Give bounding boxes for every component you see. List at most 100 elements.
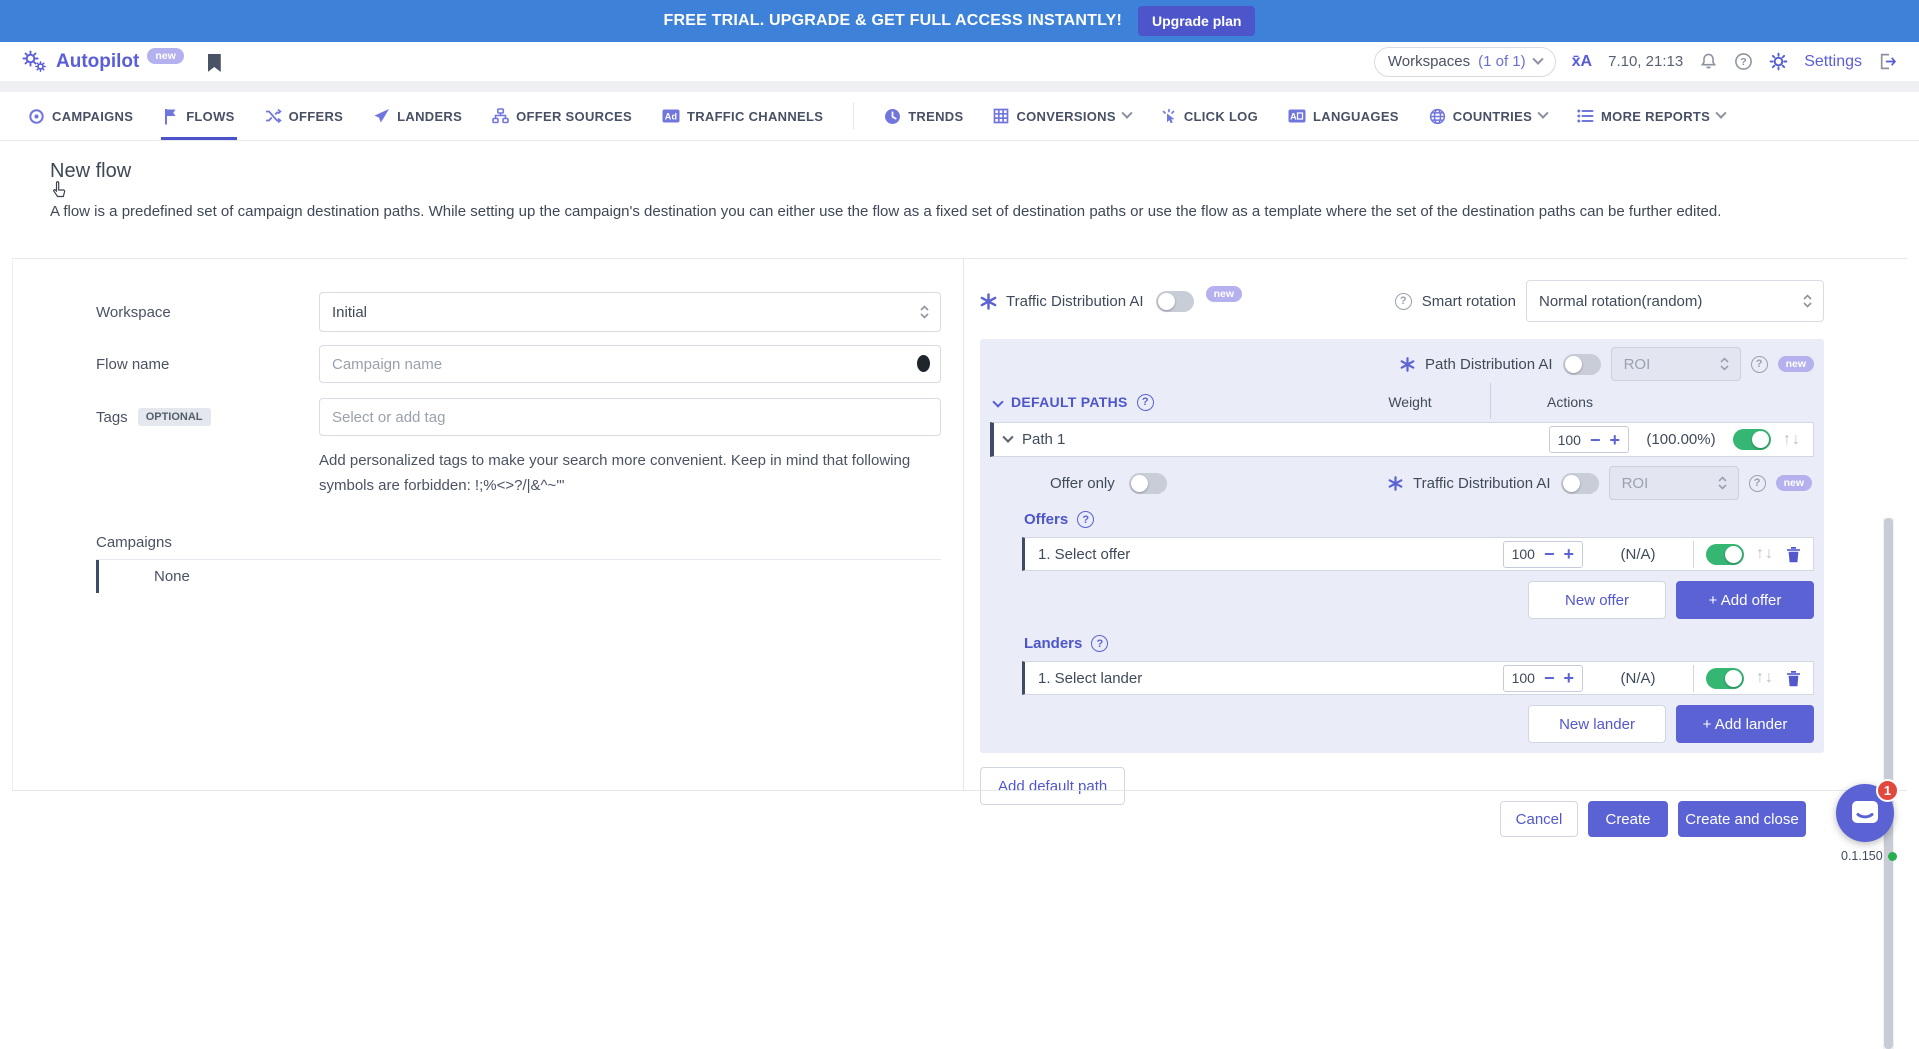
- app-logo[interactable]: Autopilot: [56, 51, 139, 73]
- click-hand-icon: [1161, 108, 1177, 125]
- logout-icon[interactable]: [1878, 52, 1897, 71]
- nav-divider: [853, 103, 854, 129]
- footer-actions: Cancel Create Create and close: [12, 790, 1907, 837]
- pda-help-icon[interactable]: ?: [1751, 356, 1768, 373]
- name-generator-dot-icon[interactable]: [917, 355, 930, 372]
- tags-help-text: Add personalized tags to make your searc…: [319, 448, 943, 498]
- offers-help-icon[interactable]: ?: [1077, 511, 1094, 528]
- workspace-select[interactable]: Initial: [319, 292, 941, 332]
- nav-item-more-reports[interactable]: MORE REPORTS: [1577, 92, 1725, 140]
- nav-item-conversions[interactable]: CONVERSIONS: [993, 92, 1130, 140]
- add-lander-button[interactable]: + Add lander: [1676, 705, 1814, 743]
- nav-item-landers[interactable]: LANDERS: [373, 92, 462, 140]
- tags-input[interactable]: [319, 398, 941, 436]
- help-circle-icon[interactable]: ?: [1734, 52, 1753, 71]
- nav-item-flows[interactable]: FLOWS: [163, 92, 234, 140]
- default-paths-collapse-icon[interactable]: [992, 396, 1003, 407]
- add-offer-button[interactable]: + Add offer: [1676, 581, 1814, 619]
- pda-roi-select[interactable]: ROI: [1611, 347, 1741, 381]
- path-name: Path 1: [1022, 431, 1065, 448]
- minus-button[interactable]: −: [1544, 669, 1555, 687]
- optional-badge: OPTIONAL: [138, 408, 211, 426]
- path-weight-stepper[interactable]: 100 − +: [1549, 426, 1629, 453]
- cancel-button[interactable]: Cancel: [1500, 801, 1578, 837]
- select-chevrons-icon: [1717, 474, 1728, 492]
- select-chevrons-icon: [1802, 292, 1813, 310]
- move-down-icon[interactable]: ↓: [1765, 545, 1774, 562]
- lander-row: 1. Select lander 100 − + (N/A) ↑↓: [1022, 661, 1814, 695]
- select-chevrons-icon: [1719, 355, 1730, 373]
- smart-rotation-select[interactable]: Normal rotation(random): [1526, 280, 1824, 322]
- lander-weight-stepper[interactable]: 100 − +: [1503, 665, 1583, 692]
- weight-value[interactable]: 100: [1512, 546, 1535, 562]
- path-distribution-ai-toggle[interactable]: [1563, 354, 1601, 375]
- plus-button[interactable]: +: [1609, 431, 1620, 449]
- path-enabled-toggle[interactable]: [1733, 429, 1771, 450]
- delete-lander-icon[interactable]: [1786, 670, 1801, 687]
- move-up-icon[interactable]: ↑: [1756, 545, 1765, 562]
- move-down-icon[interactable]: ↓: [1792, 431, 1801, 448]
- weight-value[interactable]: 100: [1558, 432, 1581, 448]
- flow-name-label: Flow name: [96, 356, 319, 373]
- plus-button[interactable]: +: [1563, 545, 1574, 563]
- svg-text:?: ?: [1740, 56, 1746, 68]
- ad-box-icon: Ad: [662, 108, 680, 124]
- chevron-down-icon: [1537, 108, 1548, 119]
- chat-widget-button[interactable]: 1: [1836, 784, 1894, 842]
- move-up-icon[interactable]: ↑: [1783, 431, 1792, 448]
- bookmark-icon[interactable]: [208, 54, 221, 72]
- default-paths-title: DEFAULT PATHS: [1011, 394, 1128, 410]
- nav-item-trends[interactable]: TRENDS: [884, 92, 963, 140]
- nav-item-offer-sources[interactable]: OFFER SOURCES: [492, 92, 632, 140]
- path-distribution-ai-label: Path Distribution AI: [1425, 356, 1553, 373]
- upgrade-plan-button[interactable]: Upgrade plan: [1138, 6, 1255, 36]
- path-tda-roi-select[interactable]: ROI: [1609, 466, 1739, 500]
- lander-row-label[interactable]: 1. Select lander: [1038, 670, 1142, 687]
- offer-row-label[interactable]: 1. Select offer: [1038, 546, 1130, 563]
- delete-offer-icon[interactable]: [1786, 546, 1801, 563]
- workspaces-count: (1 of 1): [1478, 53, 1526, 70]
- offer-enabled-toggle[interactable]: [1706, 544, 1744, 565]
- path-weight-percent: (100.00%): [1641, 431, 1721, 448]
- offers-section: Offers ? 1. Select offer 100 − + (N/A): [1022, 511, 1814, 619]
- plus-button[interactable]: +: [1563, 669, 1574, 687]
- new-offer-button[interactable]: New offer: [1528, 581, 1666, 619]
- offer-only-toggle[interactable]: [1129, 473, 1167, 494]
- nav-item-campaigns[interactable]: CAMPAIGNS: [28, 92, 133, 140]
- nav-item-offers[interactable]: OFFERS: [265, 92, 344, 140]
- path-tda-toggle[interactable]: [1561, 473, 1599, 494]
- default-paths-help-icon[interactable]: ?: [1137, 394, 1154, 411]
- move-up-icon[interactable]: ↑: [1756, 669, 1765, 686]
- settings-link[interactable]: Settings: [1804, 53, 1862, 71]
- row-divider: [1693, 541, 1694, 568]
- create-and-close-button[interactable]: Create and close: [1678, 801, 1806, 837]
- flow-name-input[interactable]: [319, 345, 941, 383]
- status-dot-icon: [1888, 852, 1897, 861]
- path-collapse-icon[interactable]: [1002, 431, 1013, 442]
- traffic-distribution-ai-toggle[interactable]: [1156, 291, 1194, 312]
- workspaces-selector[interactable]: Workspaces (1 of 1): [1374, 47, 1556, 77]
- minus-button[interactable]: −: [1590, 431, 1601, 449]
- translate-icon[interactable]: x̄A: [1572, 53, 1592, 71]
- lander-enabled-toggle[interactable]: [1706, 668, 1744, 689]
- notifications-bell-icon[interactable]: [1699, 52, 1718, 71]
- path-tda-help-icon[interactable]: ?: [1749, 475, 1766, 492]
- chevron-down-icon: [1121, 108, 1132, 119]
- weight-value[interactable]: 100: [1512, 670, 1535, 686]
- smart-rotation-help-icon[interactable]: ?: [1395, 293, 1412, 310]
- chat-unread-badge: 1: [1876, 779, 1899, 802]
- create-button[interactable]: Create: [1588, 801, 1668, 837]
- tags-label: Tags: [96, 409, 128, 426]
- nav-item-languages[interactable]: A LANGUAGES: [1288, 92, 1399, 140]
- nav-item-click-log[interactable]: CLICK LOG: [1161, 92, 1258, 140]
- target-icon: [28, 108, 45, 125]
- nav-item-countries[interactable]: COUNTRIES: [1429, 92, 1547, 140]
- move-down-icon[interactable]: ↓: [1765, 669, 1774, 686]
- minus-button[interactable]: −: [1544, 545, 1555, 563]
- nav-item-traffic-channels[interactable]: Ad TRAFFIC CHANNELS: [662, 92, 823, 140]
- offer-weight-stepper[interactable]: 100 − +: [1503, 541, 1583, 568]
- landers-help-icon[interactable]: ?: [1091, 635, 1108, 652]
- new-lander-button[interactable]: New lander: [1528, 705, 1666, 743]
- app-header: Autopilot new Workspaces (1 of 1) x̄A 7.…: [0, 42, 1919, 81]
- gear-icon[interactable]: [1769, 52, 1788, 71]
